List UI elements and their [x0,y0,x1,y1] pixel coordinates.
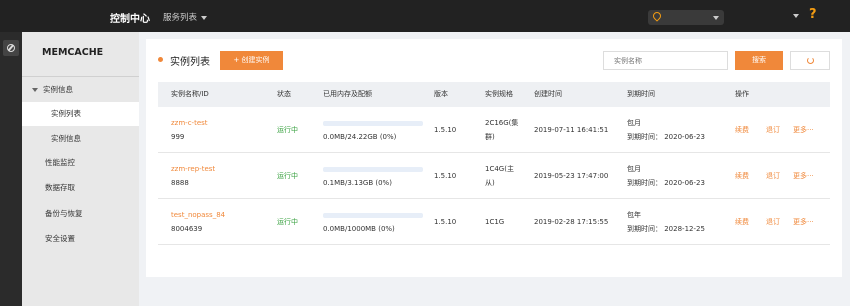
created-time: 2019-02-28 17:15:55 [534,218,609,226]
billing-type: 包年 [627,211,641,219]
column-header: 到期时间 [627,90,655,98]
version-text: 1.5.10 [434,126,457,134]
status-badge: 运行中 [277,126,298,134]
instance-name-link[interactable]: test_nopass_84 [171,210,225,221]
expire-time: 到期时间： 2020-06-23 [627,133,705,141]
location-pin-icon [651,10,663,22]
more-label: 更多 [793,218,807,226]
memory-usage-text: 0.0MB/24.22GB (0%) [323,133,397,141]
sidebar-item-label: 性能监控 [45,158,75,167]
top-bar: 控制中心 服务列表 ? [0,0,850,32]
chevron-down-icon [713,16,719,20]
more-dots-icon: ··· [807,126,814,134]
sidebar-item-label: 备份与恢复 [45,209,83,218]
chevron-down-icon [201,15,208,20]
memory-usage-text: 0.0MB/1000MB (0%) [323,225,395,233]
spec-text: 1C1G [485,218,505,226]
sidebar-item-label: 数据存取 [45,183,75,192]
version-text: 1.5.10 [434,172,457,180]
help-icon[interactable]: ? [809,7,817,22]
version-text: 1.5.10 [434,218,457,226]
instance-name-link[interactable]: zzm-c-test [171,118,208,129]
status-badge: 运行中 [277,172,298,180]
billing-type: 包月 [627,119,641,127]
search-button[interactable]: 搜索 [735,51,783,70]
instance-id: 8888 [171,179,189,187]
sidebar-item-security[interactable]: 安全设置 [22,227,139,251]
sidebar-item-label: 实例信息 [43,85,73,94]
created-time: 2019-05-23 17:47:00 [534,172,609,180]
more-link[interactable]: 更多··· [793,217,814,228]
services-menu[interactable]: 服务列表 [163,11,208,23]
memory-usage-bar [323,121,423,126]
sidebar-item-instance-info[interactable]: 实例信息 [22,127,139,151]
renew-link[interactable]: 续费 [735,217,749,228]
services-label: 服务列表 [163,13,198,23]
sidebar-item-performance[interactable]: 性能监控 [22,151,139,175]
billing-type: 包月 [627,165,641,173]
renew-link[interactable]: 续费 [735,125,749,136]
refund-link[interactable]: 退订 [766,217,780,228]
status-badge: 运行中 [277,218,298,226]
more-link[interactable]: 更多··· [793,125,814,136]
sidebar-divider [22,76,139,77]
more-label: 更多 [793,126,807,134]
column-header: 创建时间 [534,90,562,98]
more-label: 更多 [793,172,807,180]
instance-id: 8004639 [171,225,203,233]
sidebar-item-data-access[interactable]: 数据存取 [22,176,139,200]
refund-link[interactable]: 退订 [766,125,780,136]
sidebar-item-label: 实例列表 [51,109,81,118]
table-header: 实例名称/ID 状态 已用内存及配额 版本 实例规格 创建时间 到期时间 操作 [158,82,830,107]
memory-usage-bar [323,167,423,172]
icon-rail [0,32,22,306]
column-header: 版本 [434,90,448,98]
instance-name-link[interactable]: zzm-rep-test [171,164,215,175]
spec-text-cont: 群) [485,133,495,141]
sidebar-item-instance-list[interactable]: 实例列表 [22,102,139,126]
sidebar-item-label: 安全设置 [45,234,75,243]
page-title: 实例列表 [170,57,210,68]
sidebar-item-label: 实例信息 [51,134,81,143]
spec-text: 2C16G(集 [485,119,519,127]
renew-link[interactable]: 续费 [735,171,749,182]
sidebar-group-instance-info[interactable]: 实例信息 [22,78,139,102]
product-switch-icon[interactable] [3,40,19,56]
spec-text: 1C4G(主 [485,165,514,173]
search-input[interactable] [603,51,728,70]
column-header: 操作 [735,90,749,98]
created-time: 2019-07-11 16:41:51 [534,126,609,134]
column-header: 实例规格 [485,90,513,98]
memory-usage-bar [323,213,423,218]
create-instance-button[interactable]: + 创建实例 [220,51,283,70]
table-row: zzm-c-test 999 运行中 0.0MB/24.22GB (0%) 1.… [158,107,830,153]
memory-usage-text: 0.1MB/3.13GB (0%) [323,179,392,187]
console-brand[interactable]: 控制中心 [110,10,150,25]
account-dropdown-icon[interactable] [793,14,799,18]
more-dots-icon: ··· [807,218,814,226]
refresh-icon [807,57,814,64]
refund-link[interactable]: 退订 [766,171,780,182]
sidebar: MEMCACHE 实例信息 实例列表 实例信息 性能监控 数据存取 备份与恢复 … [22,32,139,306]
refresh-button[interactable] [790,51,830,70]
table-row: zzm-rep-test 8888 运行中 0.1MB/3.13GB (0%) … [158,153,830,199]
more-link[interactable]: 更多··· [793,171,814,182]
column-header: 状态 [277,90,291,98]
instance-list-card: 实例列表 + 创建实例 搜索 实例名称/ID 状态 已用内存及配额 版本 实例规… [146,39,842,277]
column-header: 实例名称/ID [171,90,209,98]
sidebar-title: MEMCACHE [42,47,104,58]
expire-time: 到期时间： 2020-06-23 [627,179,705,187]
more-dots-icon: ··· [807,172,814,180]
column-header: 已用内存及配额 [323,90,372,98]
caret-down-icon [32,88,38,92]
instance-id: 999 [171,133,185,141]
title-dot-icon [158,57,163,62]
region-selector[interactable] [648,10,724,25]
sidebar-item-backup[interactable]: 备份与恢复 [22,202,139,226]
spec-text-cont: 从) [485,179,495,187]
table-row: test_nopass_84 8004639 运行中 0.0MB/1000MB … [158,199,830,245]
expire-time: 到期时间： 2028-12-25 [627,225,705,233]
